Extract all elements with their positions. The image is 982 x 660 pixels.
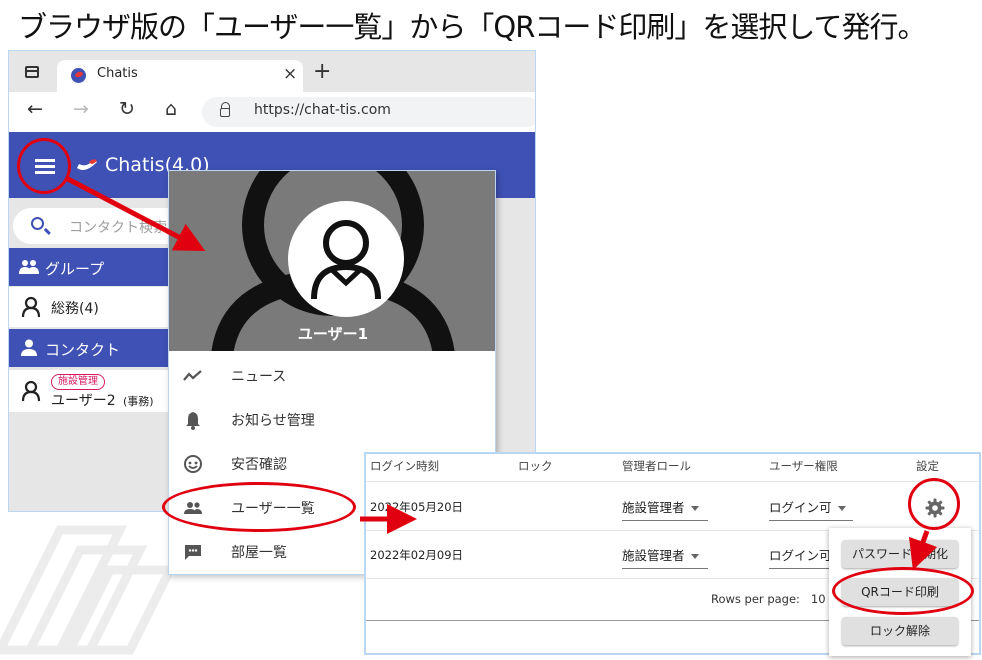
arrow-to-popup <box>908 530 938 571</box>
arrow-to-drawer <box>64 175 206 251</box>
annotation-arrows <box>64 175 938 571</box>
